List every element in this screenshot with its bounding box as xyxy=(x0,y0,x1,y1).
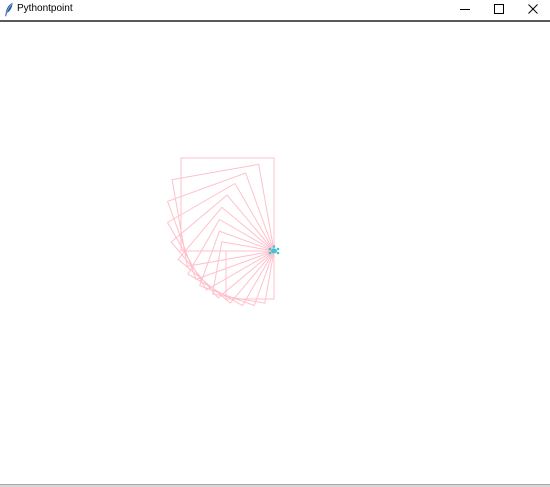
square-outline xyxy=(199,230,275,307)
squares-group xyxy=(166,157,275,307)
feather-icon xyxy=(3,2,15,17)
square-outline xyxy=(166,182,275,291)
minimize-button[interactable] xyxy=(448,0,482,18)
minimize-icon xyxy=(460,4,470,14)
maximize-icon xyxy=(494,4,504,14)
app-window: Pythontpoint xyxy=(0,0,550,487)
title-bar[interactable]: Pythontpoint xyxy=(0,0,550,20)
close-icon xyxy=(528,4,538,14)
rotating-squares-drawing xyxy=(166,157,280,307)
window-title: Pythontpoint xyxy=(17,3,73,14)
close-button[interactable] xyxy=(516,0,550,18)
maximize-button[interactable] xyxy=(482,0,516,18)
turtle-canvas[interactable] xyxy=(0,22,550,484)
square-outline xyxy=(170,194,275,299)
